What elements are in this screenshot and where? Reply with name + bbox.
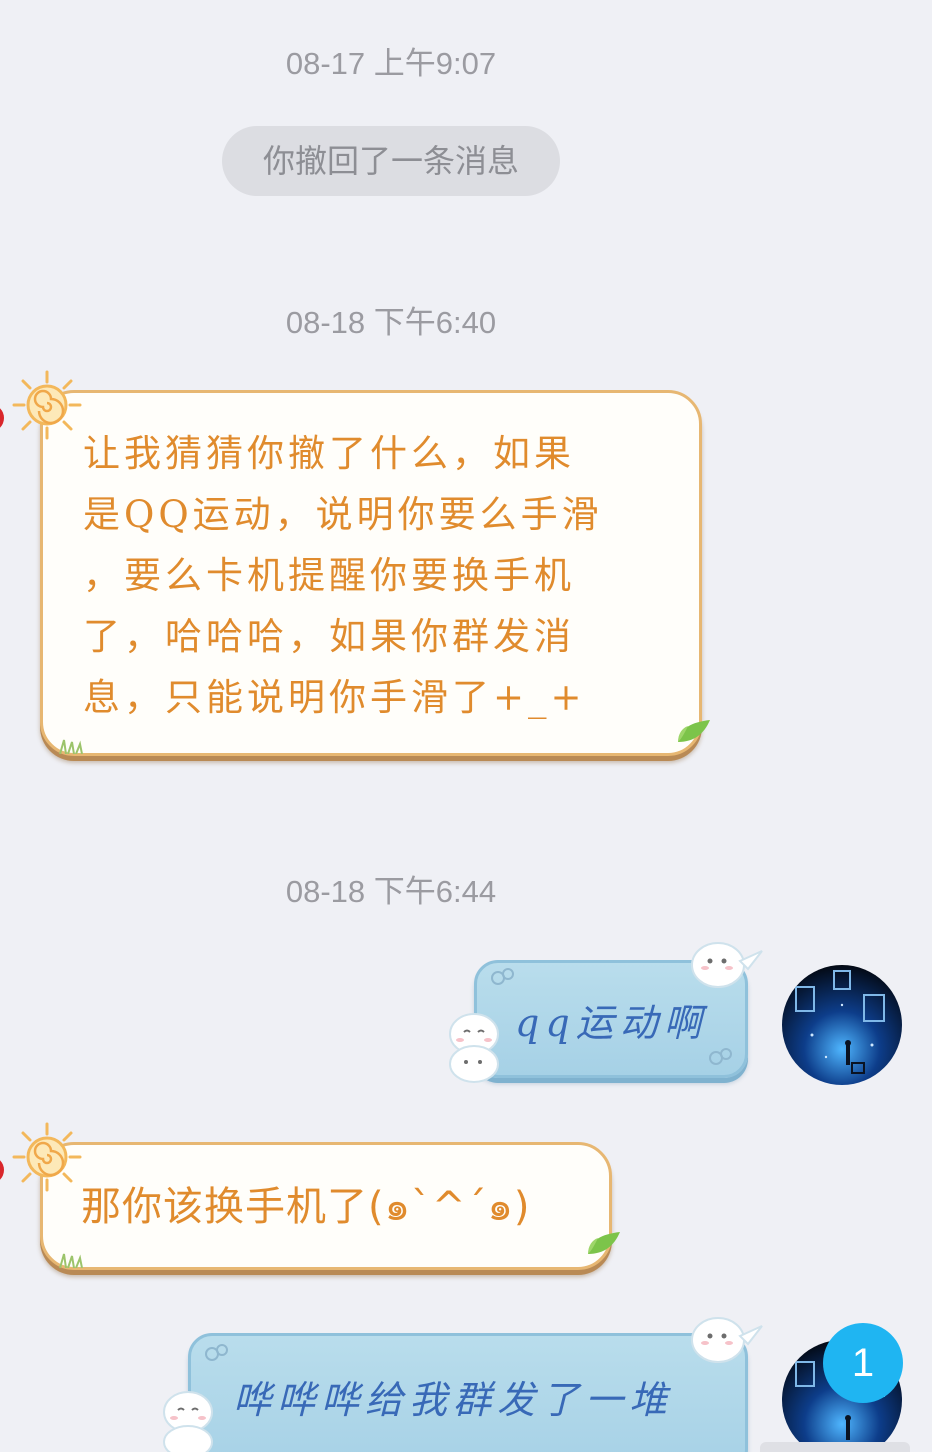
input-bar-edge [760, 1442, 910, 1452]
timestamp: 08-18 下午6:44 [285, 874, 497, 909]
message-bubble-peer[interactable]: 让我猜猜你撤了什么，如果 是QQ运动，说明你要么手滑 ，要么卡机提醒你要换手机 … [40, 390, 702, 756]
snowman-icon [691, 942, 763, 988]
bubble-decor-icon [491, 968, 514, 985]
message-text: qq运动啊 [515, 1001, 708, 1045]
message-bubble-self[interactable]: 哗哗哗给我群发了一堆 [188, 1333, 748, 1452]
message-line: 让我猜猜你撤了什么，如果 [83, 432, 575, 475]
message-line: 是QQ运动，说明你要么手滑 [83, 493, 603, 536]
sun-icon [12, 370, 82, 440]
message-line: ，要么卡机提醒你要换手机 [83, 554, 575, 597]
sun-icon [12, 1122, 82, 1192]
bubble-decor-icon [205, 1344, 228, 1361]
chat-screen: 08-17 上午9:07 你撤回了一条消息 08-18 下午6:40 让我猜猜你… [0, 0, 932, 1452]
snowman-icon [163, 1391, 213, 1452]
starry-night-avatar[interactable] [782, 965, 902, 1085]
message-text: 那你该换手机了(๑`^´๑) [81, 1184, 531, 1230]
message-text: 让我猜猜你撤了什么，如果 是QQ运动，说明你要么手滑 ，要么卡机提醒你要换手机 … [83, 423, 669, 728]
timestamp: 08-18 下午6:40 [285, 305, 497, 340]
recall-notice: 你撤回了一条消息 [222, 126, 560, 196]
unread-count-badge[interactable]: 1 [823, 1323, 903, 1403]
grass-icon [59, 739, 83, 754]
leaf-icon [588, 1232, 620, 1254]
leaf-icon [678, 720, 710, 742]
grass-icon [59, 1253, 83, 1268]
snowman-icon [691, 1317, 763, 1363]
snowman-icon [449, 1013, 499, 1083]
timestamp: 08-17 上午9:07 [285, 46, 497, 81]
message-line: 了，哈哈哈，如果你群发消 [83, 615, 575, 658]
message-text: 哗哗哗给我群发了一堆 [233, 1378, 674, 1422]
message-line: 息，只能说明你手滑了+_+ [83, 676, 586, 719]
bubble-decor-icon [709, 1048, 732, 1065]
message-bubble-peer[interactable]: 那你该换手机了(๑`^´๑) [40, 1142, 612, 1270]
